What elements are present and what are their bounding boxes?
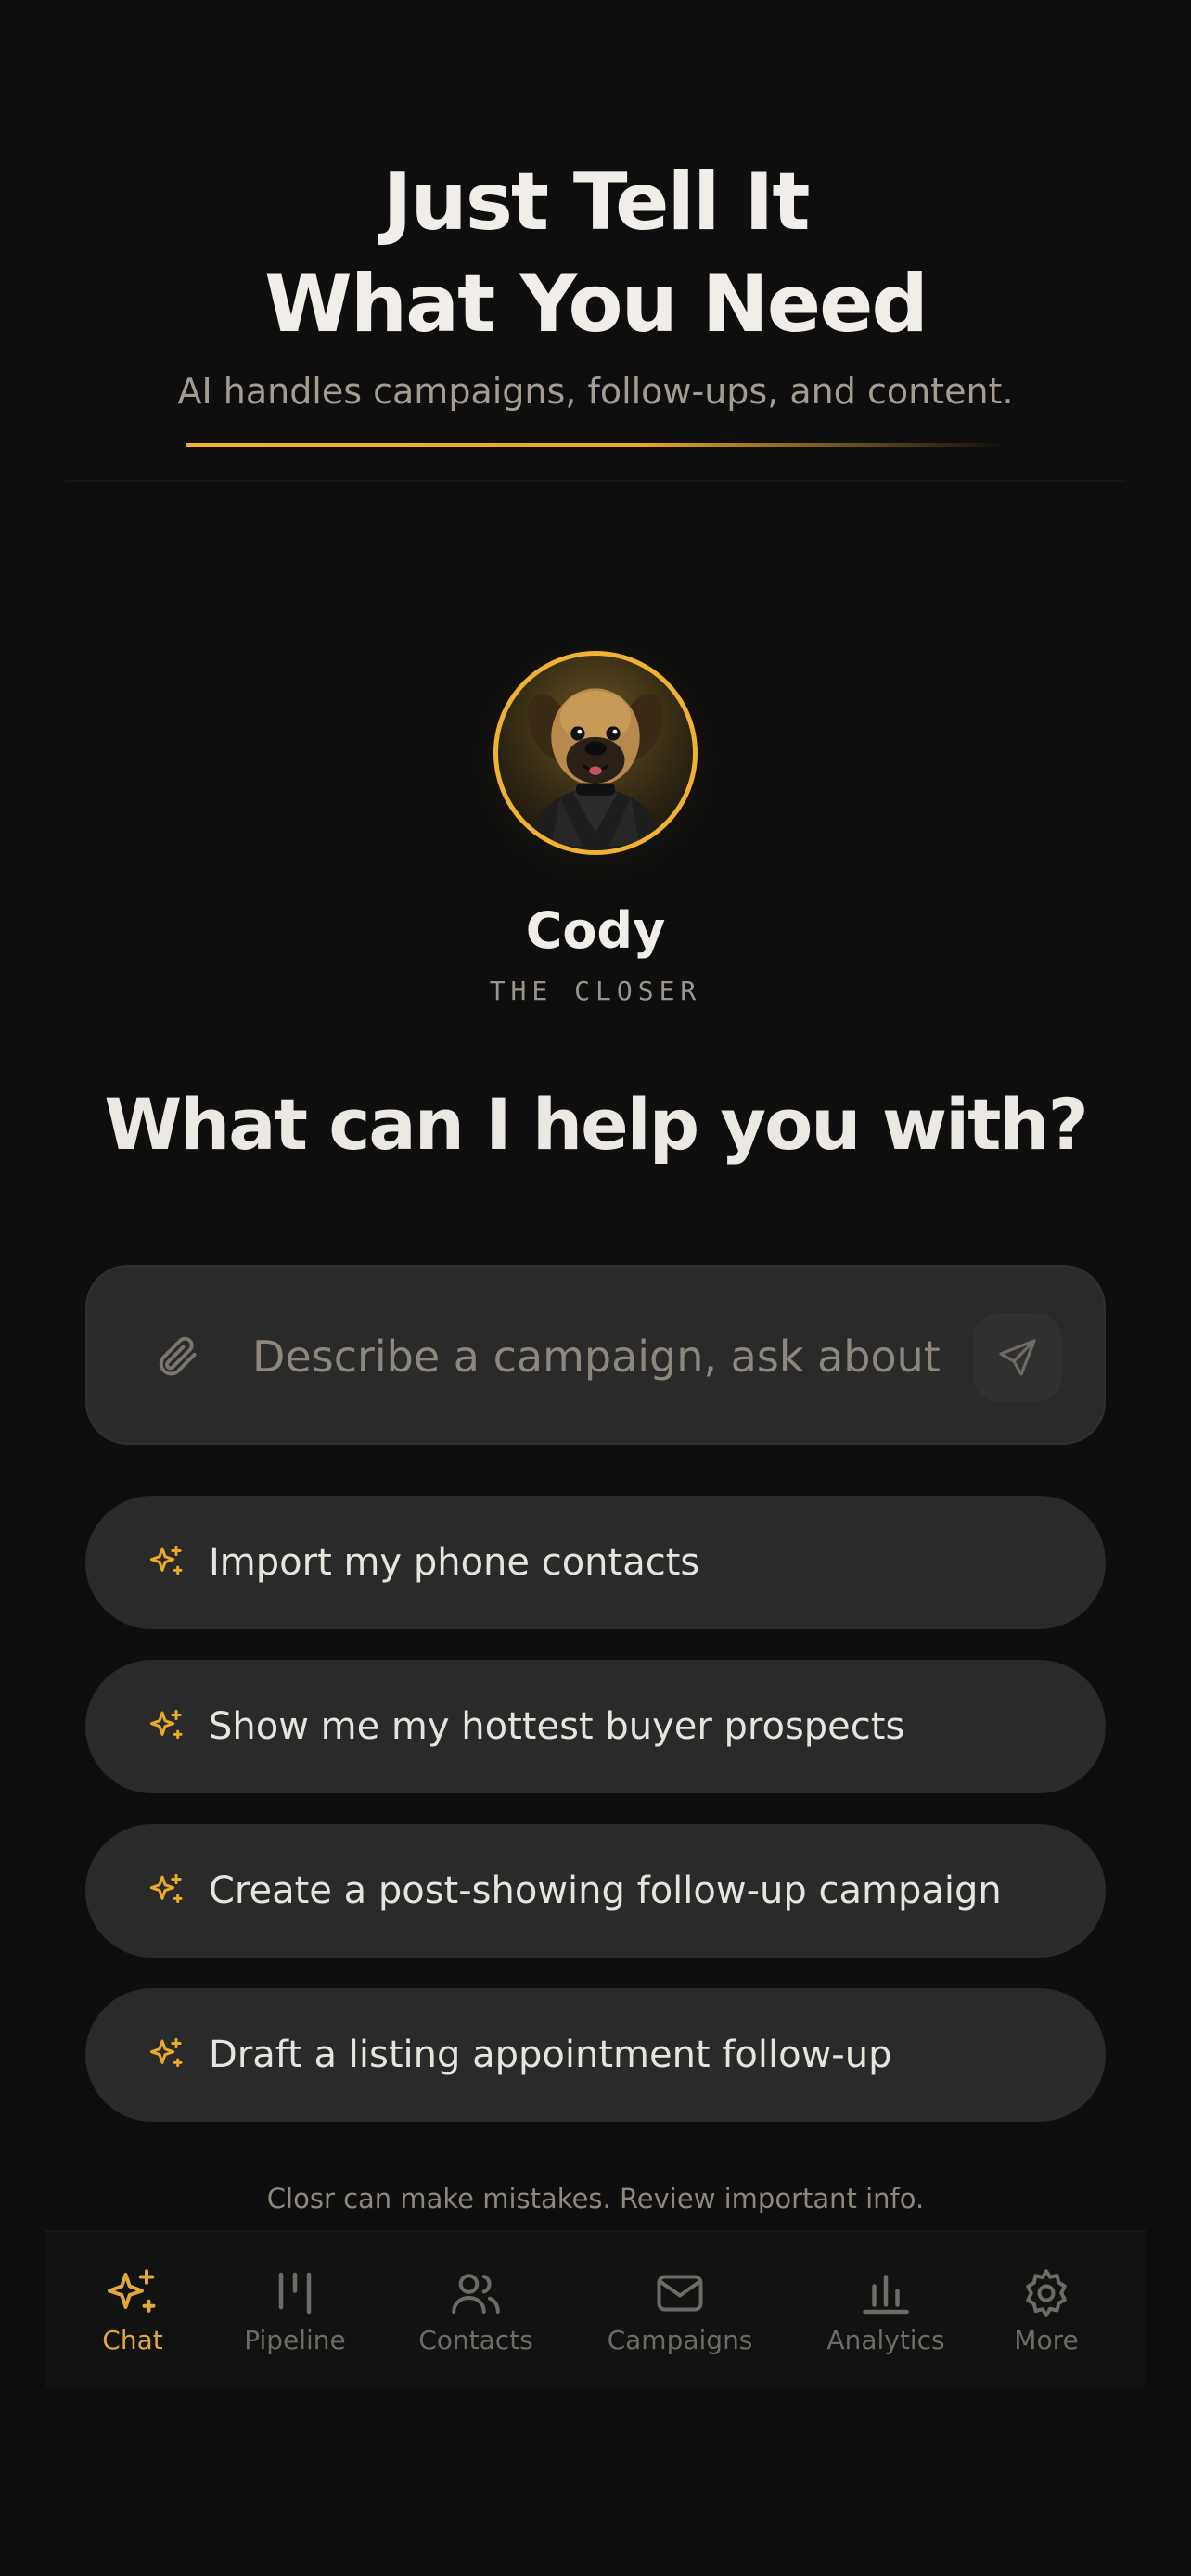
- hero-title-line1: Just Tell It: [382, 156, 810, 249]
- nav-item-pipeline[interactable]: Pipeline: [225, 2232, 365, 2390]
- gear-icon: [1026, 2269, 1067, 2317]
- nav-item-analytics[interactable]: Analytics: [807, 2232, 965, 2390]
- paperclip-icon[interactable]: [152, 1332, 200, 1380]
- chat-input[interactable]: [252, 1267, 976, 1447]
- mail-icon: [657, 2275, 703, 2312]
- nav-label: Chat: [102, 2325, 163, 2355]
- nav-label: Analytics: [826, 2325, 945, 2355]
- suggestion-chip[interactable]: Create a post-showing follow-up campaign: [85, 1824, 1106, 1958]
- hero-accent-line: [186, 443, 1006, 447]
- suggestion-label: Import my phone contacts: [209, 1541, 700, 1584]
- send-button[interactable]: [973, 1313, 1062, 1402]
- suggestion-chip[interactable]: Import my phone contacts: [85, 1496, 1106, 1629]
- disclaimer: Closr can make mistakes. Review importan…: [266, 2183, 925, 2214]
- nav-label: More: [1014, 2325, 1079, 2355]
- hero-subtitle: AI handles campaigns, follow-ups, and co…: [177, 371, 1014, 412]
- suggestion-chip[interactable]: Draft a listing appointment follow-up: [85, 1988, 1106, 2122]
- agent-name: Cody: [525, 901, 666, 960]
- nav-item-chat[interactable]: Chat: [72, 2232, 193, 2390]
- sparkle-icon: [149, 1709, 183, 1740]
- bottom-nav: Chat Pipeline Contacts Campaigns Analyti…: [45, 2230, 1146, 2388]
- nav-label: Pipeline: [244, 2325, 346, 2355]
- chat-home-screen: Just Tell It What You Need AI handles ca…: [0, 0, 1191, 2576]
- agent-role: THE CLOSER: [489, 976, 702, 1006]
- hero-divider: [65, 480, 1126, 482]
- sparkle-icon: [149, 2037, 183, 2068]
- nav-label: Campaigns: [607, 2325, 753, 2355]
- hero-title-line2: What You Need: [264, 258, 928, 351]
- suggestion-label: Draft a listing appointment follow-up: [209, 2034, 892, 2076]
- suggestion-label: Create a post-showing follow-up campaign: [209, 1869, 1002, 1912]
- suggestion-chip[interactable]: Show me my hottest buyer prospects: [85, 1660, 1106, 1793]
- nav-item-contacts[interactable]: Contacts: [397, 2232, 555, 2390]
- nav-item-more[interactable]: More: [991, 2232, 1102, 2390]
- nav-item-campaigns[interactable]: Campaigns: [596, 2232, 763, 2390]
- prompt-heading: What can I help you with?: [104, 1083, 1088, 1166]
- agent-avatar: [493, 651, 698, 855]
- chat-input-box[interactable]: [85, 1265, 1106, 1447]
- sparkle-icon: [108, 2269, 156, 2313]
- pipeline-icon: [278, 2272, 312, 2315]
- nav-label: Contacts: [418, 2325, 533, 2355]
- contacts-icon: [452, 2274, 500, 2314]
- sparkle-icon: [149, 1873, 183, 1904]
- send-icon: [999, 1339, 1036, 1376]
- bar-chart-icon: [863, 2275, 909, 2315]
- dog-avatar-icon: [524, 688, 667, 850]
- sparkle-icon: [149, 1545, 183, 1575]
- suggestion-label: Show me my hottest buyer prospects: [209, 1705, 905, 1748]
